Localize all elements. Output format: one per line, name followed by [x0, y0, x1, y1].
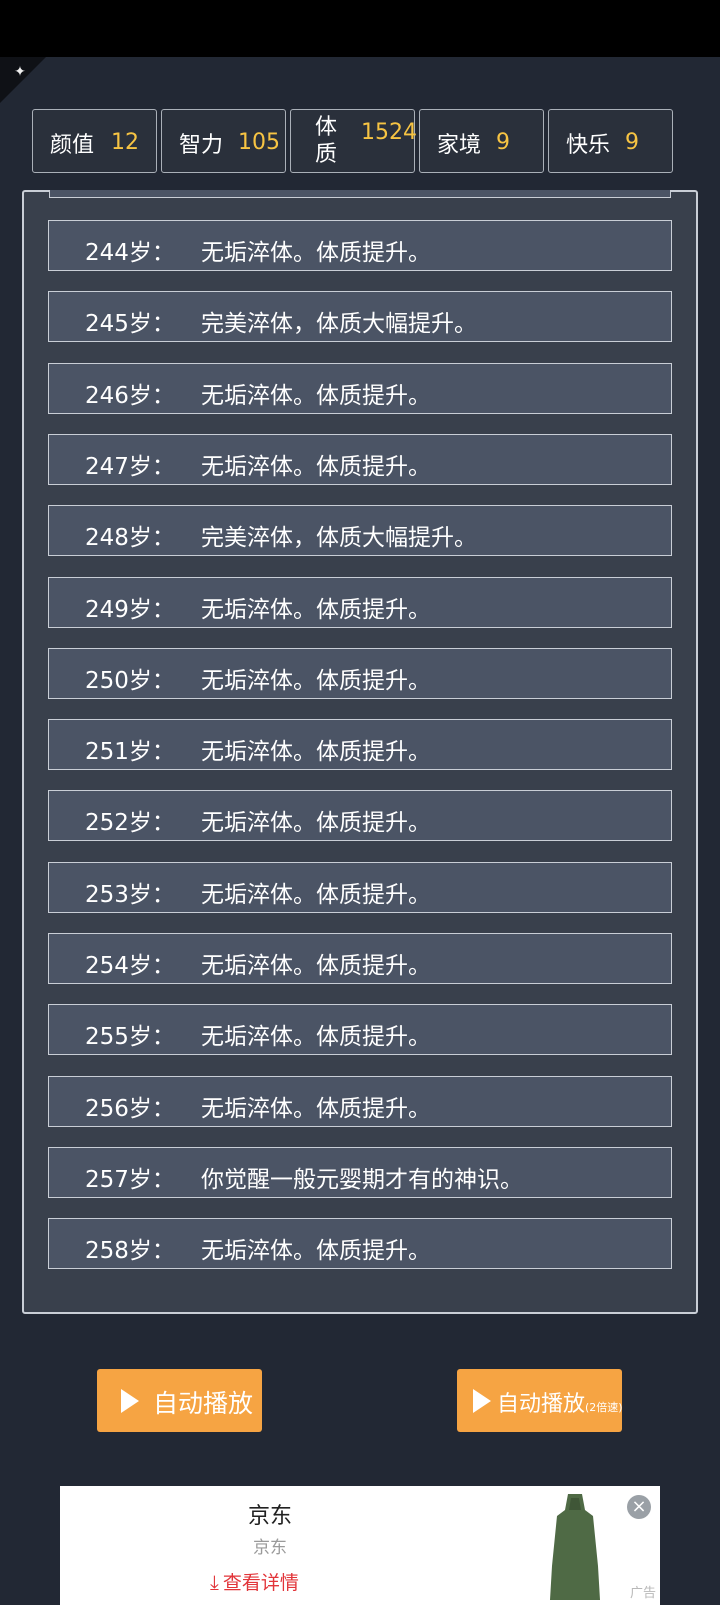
log-event: 完美淬体，体质大幅提升。 — [201, 525, 477, 552]
stat-value: 9 — [625, 130, 639, 155]
stat-label: 家境 — [437, 133, 482, 158]
stat-happiness: 快乐 9 — [548, 109, 673, 173]
ad-title: 京东 — [247, 1504, 292, 1529]
stats-bar: 颜值 12 智力 105 体质 1524 家境 9 快乐 9 — [32, 109, 688, 175]
log-row: 246岁： 无垢淬体。体质提升。 — [48, 362, 672, 414]
bone-icon[interactable]: ✦ — [11, 63, 29, 81]
log-event: 无垢淬体。体质提升。 — [201, 596, 431, 623]
ad-cta-link[interactable]: ⤓ 查看详情 — [210, 1568, 299, 1595]
ad-cta-label: 查看详情 — [222, 1572, 299, 1594]
stat-value: 1524 — [361, 120, 417, 145]
log-row: 256岁： 无垢淬体。体质提升。 — [48, 1075, 672, 1127]
ad-close-icon[interactable]: × — [627, 1495, 651, 1519]
log-row: 247岁： 无垢淬体。体质提升。 — [48, 433, 672, 485]
log-event: 你觉醒一般元婴期才有的神识。 — [201, 1166, 523, 1193]
log-row: 248岁： 完美淬体，体质大幅提升。 — [48, 505, 672, 557]
log-row: 250岁： 无垢淬体。体质提升。 — [48, 647, 672, 699]
log-age: 253岁： — [85, 881, 175, 908]
log-row: 251岁： 无垢淬体。体质提升。 — [48, 719, 672, 771]
stat-label: 颜值 — [50, 133, 95, 158]
log-row: 249岁： 无垢淬体。体质提升。 — [48, 576, 672, 628]
log-event: 无垢淬体。体质提升。 — [201, 810, 431, 837]
log-row: 257岁： 你觉醒一般元婴期才有的神识。 — [48, 1146, 672, 1198]
log-event: 无垢淬体。体质提升。 — [201, 953, 431, 979]
auto-play-button[interactable]: 自动播放 — [97, 1369, 262, 1432]
stat-family: 家境 9 — [419, 109, 544, 173]
stat-value: 105 — [238, 130, 280, 155]
log-event: 无垢淬体。体质提升。 — [201, 739, 431, 766]
stat-appearance: 颜值 12 — [32, 109, 157, 173]
log-age: 245岁： — [85, 311, 175, 338]
log-age: 249岁： — [85, 596, 175, 623]
log-age: 252岁： — [85, 810, 175, 837]
log-age: 257岁： — [85, 1166, 175, 1193]
auto-play-2x-button[interactable]: 自动播放(2倍速) — [457, 1369, 623, 1432]
log-event: 无垢淬体。体质提升。 — [201, 240, 431, 266]
auto-play-2x-label: 自动播放 — [497, 1392, 586, 1417]
life-log-panel[interactable]: 244岁： 无垢淬体。体质提升。 245岁： 完美淬体，体质大幅提升。 246岁： 无垢淬… — [22, 190, 698, 1314]
log-event: 无垢淬体。体质提升。 — [201, 881, 431, 908]
log-event: 无垢淬体。体质提升。 — [201, 1095, 431, 1122]
ad-banner[interactable]: 京东 京东 ⤓ 查看详情 × 广告 — [60, 1486, 660, 1605]
play-icon — [121, 1389, 139, 1413]
log-age: 255岁： — [85, 1024, 175, 1051]
log-age: 251岁： — [85, 739, 175, 766]
download-arrow-icon: ⤓ — [210, 1570, 219, 1594]
log-event: 无垢淬体。体质提升。 — [201, 1238, 431, 1265]
stat-intelligence: 智力 105 — [161, 109, 286, 173]
ad-subtitle: 京东 — [253, 1538, 287, 1558]
log-age: 258岁： — [85, 1238, 175, 1265]
log-row: 244岁： 无垢淬体。体质提升。 — [48, 220, 672, 271]
log-row: 252岁： 无垢淬体。体质提升。 — [48, 790, 672, 842]
log-event: 无垢淬体。体质提升。 — [201, 667, 431, 694]
log-row: 253岁： 无垢淬体。体质提升。 — [48, 861, 672, 913]
speed-suffix: (2倍速) — [585, 1401, 623, 1414]
log-row: 254岁： 无垢淬体。体质提升。 — [48, 933, 672, 984]
log-event: 完美淬体，体质大幅提升。 — [201, 311, 477, 338]
log-row: 245岁： 完美淬体，体质大幅提升。 — [48, 291, 672, 343]
log-event: 无垢淬体。体质提升。 — [201, 382, 431, 409]
stat-label: 体质 — [315, 115, 338, 167]
stat-label: 快乐 — [566, 133, 611, 158]
log-age: 247岁： — [85, 453, 175, 480]
stat-value: 12 — [111, 130, 139, 155]
log-age: 256岁： — [85, 1095, 175, 1122]
stat-label: 智力 — [179, 133, 224, 158]
log-age: 248岁： — [85, 525, 175, 552]
previous-row-edge — [49, 190, 671, 198]
raincoat-product-image — [550, 1494, 600, 1600]
auto-play-label: 自动播放 — [153, 1389, 254, 1418]
stat-constitution: 体质 1524 — [290, 109, 417, 173]
log-age: 246岁： — [85, 382, 175, 409]
stat-value: 9 — [496, 130, 510, 155]
play-icon — [473, 1389, 491, 1413]
status-bar — [0, 0, 720, 57]
ad-tag: 广告 — [630, 1586, 657, 1601]
log-event: 无垢淬体。体质提升。 — [201, 1024, 431, 1051]
log-row: 255岁： 无垢淬体。体质提升。 — [48, 1004, 672, 1056]
log-event: 无垢淬体。体质提升。 — [201, 453, 431, 480]
log-age: 250岁： — [85, 667, 175, 694]
log-age: 244岁： — [85, 240, 175, 266]
log-age: 254岁： — [85, 953, 175, 979]
auto-play-2x-text: 自动播放(2倍速) — [497, 1386, 623, 1418]
log-row: 258岁： 无垢淬体。体质提升。 — [48, 1218, 672, 1270]
